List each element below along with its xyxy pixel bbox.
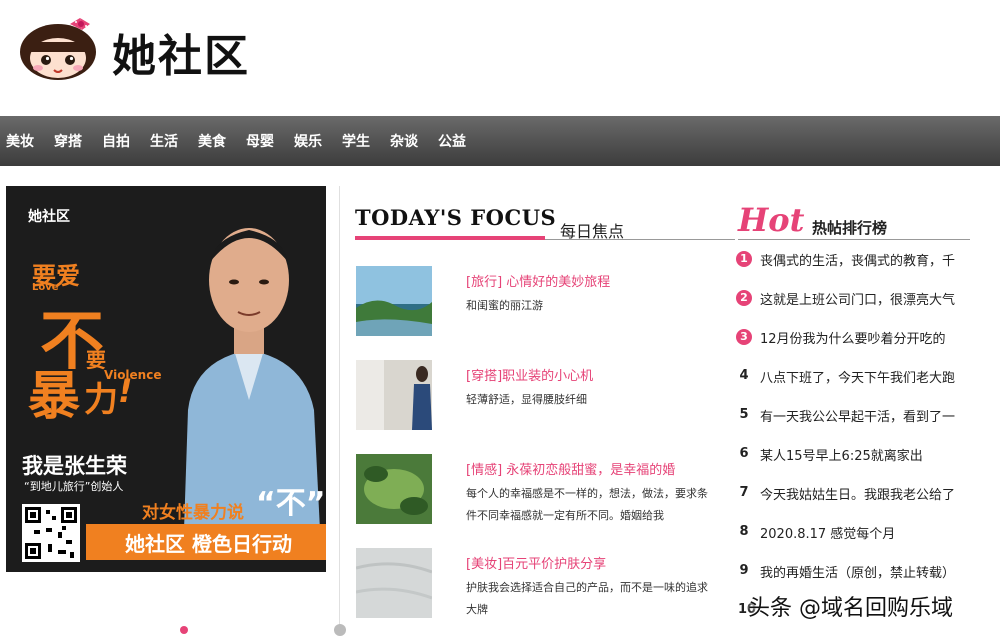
hot-heading: Hot 热帖排行榜 [738, 201, 973, 245]
hot-list-item[interactable]: 8 2020.8.17 感觉每个月 [736, 523, 976, 543]
poster-big-bao: 暴 [28, 367, 81, 427]
focus-article[interactable]: [情感] 永葆初恋般甜蜜，是幸福的婚 每个人的幸福感是不一样的，想法，做法，要求… [356, 454, 726, 528]
nav-item-food[interactable]: 美食 [192, 131, 234, 151]
article-title[interactable]: [情感] 永葆初恋般甜蜜，是幸福的婚 [466, 459, 675, 478]
rank-badge: 2 [736, 290, 752, 306]
article-title[interactable]: [旅行] 心情好的美妙旅程 [466, 271, 610, 290]
nav-item-student[interactable]: 学生 [336, 131, 378, 151]
nav-item-life[interactable]: 生活 [144, 131, 186, 151]
nav-item-outfit[interactable]: 穿搭 [48, 131, 90, 151]
hot-list-item[interactable]: 4 八点下班了，今天下午我们老大跑 [736, 367, 976, 387]
focus-article[interactable]: [穿搭]职业装的小心机 轻薄舒适，显得腰肢纤细 [356, 360, 726, 434]
logo-girl-icon[interactable] [18, 14, 98, 80]
poster-bu: “不” [256, 486, 326, 521]
hot-item-text[interactable]: 这就是上班公司门口，很漂亮大气 [760, 289, 955, 308]
poster-logo: 她社区 [28, 209, 70, 225]
article-thumbnail[interactable] [356, 548, 432, 618]
focus-heading: TODAY'S FOCUS 每日焦点 [355, 205, 735, 241]
slider-dot-active[interactable] [180, 626, 188, 634]
watermark-text: 头条 @域名回购乐域 [748, 596, 953, 621]
hot-item-text[interactable]: 八点下班了，今天下午我们老大跑 [760, 367, 955, 386]
nav-item-makeup[interactable]: 美妆 [0, 131, 42, 151]
nav-item-chat[interactable]: 杂谈 [384, 131, 426, 151]
hot-list-item[interactable]: 7 今天我姑姑生日。我跟我老公给了 [736, 484, 976, 504]
hot-logo: Hot [738, 201, 805, 239]
focus-title: TODAY'S FOCUS [355, 205, 557, 230]
hot-item-text[interactable]: 丧偶式的生活，丧偶式的教育，千 [760, 250, 955, 269]
hot-list-item[interactable]: 3 12月份我为什么要吵着分开吃的 [736, 328, 976, 348]
article-desc: 每个人的幸福感是不一样的，想法，做法，要求条件不同幸福感就一定有所不同。婚姻给我 [466, 487, 708, 522]
rank-badge: 1 [736, 251, 752, 267]
poster-yao: 要 [86, 348, 106, 372]
poster-violence: Violence [104, 368, 162, 382]
hot-list-item[interactable]: 5 有一天我公公早起干活，看到了一 [736, 406, 976, 426]
hot-item-text[interactable]: 12月份我为什么要吵着分开吃的 [760, 328, 946, 347]
banner-poster[interactable]: 她社区 要爱 Love 不 要 暴 力 ! Violence 我是张生荣 “到地… [6, 186, 326, 572]
nav-item-selfie[interactable]: 自拍 [96, 131, 138, 151]
article-thumbnail[interactable] [356, 454, 432, 524]
rank-number: 6 [739, 446, 749, 461]
hot-list-item[interactable]: 1 丧偶式的生活，丧偶式的教育，千 [736, 250, 976, 270]
poster-name: 我是张生荣 [22, 454, 127, 478]
article-desc: 和闺蜜的丽江游 [466, 299, 543, 312]
hot-list-item[interactable]: 9 我的再婚生活（原创，禁止转载） [736, 562, 976, 582]
article-thumbnail[interactable] [356, 360, 432, 430]
focus-article[interactable]: [美妆]百元平价护肤分享 护肤我会选择适合自己的产品，而不是一味的追求大牌 [356, 548, 726, 622]
column-divider [339, 186, 340, 635]
nav-item-entertainment[interactable]: 娱乐 [288, 131, 330, 151]
hot-item-text[interactable]: 今天我姑姑生日。我跟我老公给了 [760, 484, 955, 503]
focus-line [545, 239, 735, 240]
rank-number: 7 [739, 485, 749, 500]
hot-list-item[interactable]: 6 某人15号早上6:25就离家出 [736, 445, 976, 465]
hot-line [738, 239, 970, 240]
article-desc: 轻薄舒适，显得腰肢纤细 [466, 393, 587, 406]
article-title[interactable]: [美妆]百元平价护肤分享 [466, 553, 606, 572]
nav-item-baby[interactable]: 母婴 [240, 131, 282, 151]
focus-article[interactable]: [旅行] 心情好的美妙旅程 和闺蜜的丽江游 [356, 266, 726, 340]
poster-role: “到地儿旅行”创始人 [24, 480, 124, 493]
article-thumbnail[interactable] [356, 266, 432, 336]
hot-item-text[interactable]: 我的再婚生活（原创，禁止转载） [760, 562, 955, 581]
hot-title: 热帖排行榜 [812, 219, 888, 237]
site-name[interactable]: 她社区 [112, 20, 250, 84]
hot-item-text[interactable]: 有一天我公公早起干活，看到了一 [760, 406, 955, 425]
slider-dot[interactable] [334, 624, 346, 636]
poster-slogan: 对女性暴力说 [142, 503, 244, 523]
rank-badge: 3 [736, 329, 752, 345]
hot-list-item[interactable]: 2 这就是上班公司门口，很漂亮大气 [736, 289, 976, 309]
qr-code-icon [22, 504, 80, 562]
rank-number: 4 [739, 368, 749, 383]
article-title[interactable]: [穿搭]职业装的小心机 [466, 365, 593, 384]
site-header: 她社区 [0, 0, 1000, 116]
poster-action-bar: 她社区 橙色日行动 [86, 524, 326, 560]
hot-item-text[interactable]: 某人15号早上6:25就离家出 [760, 445, 923, 464]
rank-number: 9 [739, 563, 749, 578]
focus-underline [355, 236, 545, 240]
article-desc: 护肤我会选择适合自己的产品，而不是一味的追求大牌 [466, 581, 708, 616]
nav-item-charity[interactable]: 公益 [432, 131, 474, 151]
hot-item-text[interactable]: 2020.8.17 感觉每个月 [760, 523, 895, 542]
rank-number: 8 [739, 524, 749, 539]
main-nav: 美妆 穿搭 自拍 生活 美食 母婴 娱乐 学生 杂谈 公益 [0, 116, 1000, 166]
rank-number: 5 [739, 407, 749, 422]
